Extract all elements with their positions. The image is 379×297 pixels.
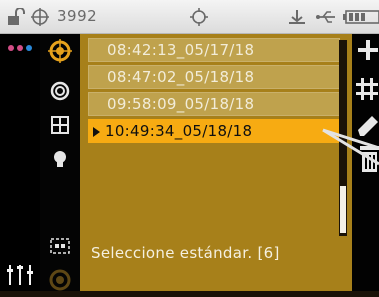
display-icon <box>50 238 70 254</box>
mode-target[interactable] <box>40 34 80 68</box>
gps-icon <box>190 8 208 26</box>
hash-icon[interactable] <box>356 78 378 100</box>
list-item-label: 08:42:13_05/17/18 <box>107 41 255 59</box>
dots-menu-icon[interactable] <box>8 44 32 52</box>
left-strip <box>0 34 40 291</box>
battery-icon <box>343 10 379 24</box>
plus-icon[interactable] <box>358 40 378 60</box>
list-item[interactable]: 08:42:13_05/17/18 <box>88 38 340 62</box>
list-item[interactable]: 08:47:02_05/18/18 <box>88 65 340 89</box>
grid-icon <box>51 116 69 134</box>
lightbulb-icon <box>54 151 66 167</box>
antenna-icon <box>289 10 305 24</box>
target-crosshair-icon <box>31 8 49 26</box>
scrollbar-thumb[interactable] <box>340 186 346 233</box>
mode-grid[interactable] <box>40 108 80 142</box>
selection-arrow-icon <box>93 127 100 137</box>
sliders-icon[interactable] <box>6 263 34 285</box>
mode-icon-column <box>40 34 81 291</box>
callout-lines <box>322 128 379 166</box>
mode-light[interactable] <box>40 142 80 176</box>
list-item-label: 09:58:09_05/18/18 <box>107 95 255 113</box>
measure-icon <box>50 81 70 101</box>
status-bar: 3992 <box>0 0 379 34</box>
usb-icon <box>316 11 335 23</box>
mode-display[interactable] <box>40 230 80 264</box>
list-item-label: 08:47:02_05/18/18 <box>107 68 255 86</box>
mode-circle[interactable] <box>40 263 80 297</box>
mode-measure[interactable] <box>40 74 80 108</box>
list-item-label: 10:49:34_05/18/18 <box>105 122 253 140</box>
unlock-icon <box>8 8 25 25</box>
target-icon <box>48 39 72 63</box>
circle-icon <box>49 269 71 291</box>
instruction-text: Seleccione estándar. [6] <box>91 244 280 262</box>
measurement-count: 3992 <box>57 7 98 25</box>
